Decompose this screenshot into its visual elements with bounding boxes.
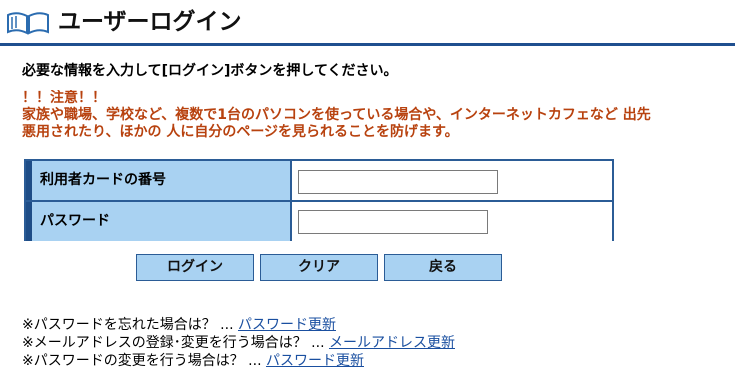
help-change-password: ※パスワードの変更を行う場合は？ ... パスワード更新 <box>22 352 364 370</box>
login-button[interactable]: ログイン <box>136 254 254 281</box>
instruction-text: 必要な情報を入力して[ログイン]ボタンを押してください。 <box>22 63 398 79</box>
password-input[interactable] <box>298 210 488 234</box>
help-text: ※メールアドレスの登録･変更を行う場合は？ ... <box>22 335 329 351</box>
help-forgot-password: ※パスワードを忘れた場合は？ ... パスワード更新 <box>22 316 336 334</box>
back-button[interactable]: 戻る <box>384 254 502 281</box>
warning-line: 悪用されたり、ほかの 人に自分のページを見られることを防げます。 <box>22 124 459 140</box>
password-label: パスワード <box>32 202 292 241</box>
open-book-icon <box>7 12 49 35</box>
password-change-link[interactable]: パスワード更新 <box>266 353 364 369</box>
page-title: ユーザーログイン <box>58 9 242 35</box>
warning-notice: ！！注意！！ 家族や職場、学校など、複数で1台のパソコンを使っている場合や、イン… <box>22 90 735 141</box>
card-number-row: 利用者カードの番号 <box>26 161 612 202</box>
warning-line: 家族や職場、学校など、複数で1台のパソコンを使っている場合や、インターネットカフ… <box>22 107 651 123</box>
email-update-link[interactable]: メールアドレス更新 <box>329 335 455 351</box>
help-email-update: ※メールアドレスの登録･変更を行う場合は？ ... メールアドレス更新 <box>22 334 455 352</box>
clear-button[interactable]: クリア <box>260 254 378 281</box>
help-text: ※パスワードの変更を行う場合は？ ... <box>22 353 266 369</box>
title-divider <box>0 43 735 46</box>
card-number-input[interactable] <box>298 170 498 194</box>
login-form: 利用者カードの番号 パスワード <box>24 159 614 241</box>
page-header: ユーザーログイン <box>0 0 735 44</box>
help-text: ※パスワードを忘れた場合は？ ... <box>22 317 238 333</box>
password-row: パスワード <box>26 202 612 241</box>
card-number-label: 利用者カードの番号 <box>32 161 292 200</box>
warning-heading: ！！注意！！ <box>22 90 106 106</box>
password-reset-link[interactable]: パスワード更新 <box>238 317 336 333</box>
